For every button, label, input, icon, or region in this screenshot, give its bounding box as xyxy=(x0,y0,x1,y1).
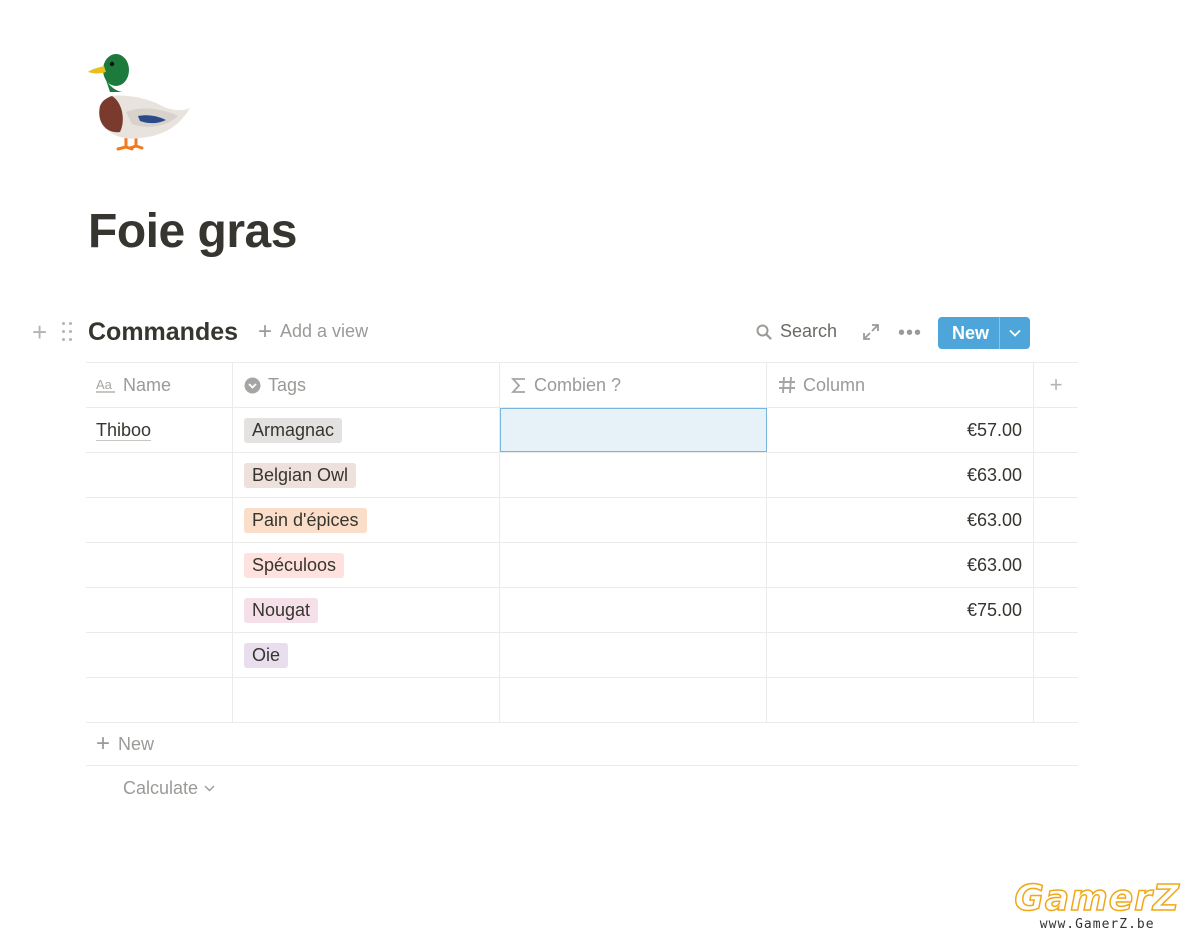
tags-cell[interactable]: Spéculoos xyxy=(233,543,500,587)
watermark: GamerZ www.GamerZ.be xyxy=(1014,878,1180,932)
search-label: Search xyxy=(780,321,838,341)
table-row[interactable]: Thiboo Armagnac €57.00 xyxy=(86,408,1078,453)
select-chevron-icon xyxy=(244,377,261,393)
column-cell[interactable]: €63.00 xyxy=(767,543,1034,587)
table-row[interactable]: Spéculoos €63.00 xyxy=(86,543,1078,588)
tags-cell[interactable] xyxy=(233,678,500,722)
tag-badge: Belgian Owl xyxy=(244,462,357,488)
tags-cell[interactable]: Belgian Owl xyxy=(233,453,500,497)
tag-badge: Spéculoos xyxy=(244,552,345,578)
tags-cell[interactable]: Pain d'épices xyxy=(233,498,500,542)
plus-icon: + xyxy=(96,730,111,757)
hash-number-icon xyxy=(779,376,795,394)
empty-cell xyxy=(1034,678,1078,722)
name-cell[interactable] xyxy=(86,588,233,632)
price-value: €63.00 xyxy=(966,554,1022,575)
more-options-icon[interactable]: ••• xyxy=(898,322,922,345)
combien-cell[interactable] xyxy=(500,453,767,497)
column-header-label: Column xyxy=(803,374,866,395)
tags-cell[interactable]: Armagnac xyxy=(233,408,500,452)
column-cell[interactable]: €75.00 xyxy=(767,588,1034,632)
add-new-row-button[interactable]: + New xyxy=(86,723,1078,766)
table-row[interactable]: Nougat €75.00 xyxy=(86,588,1078,633)
text-aa-icon: Aa xyxy=(96,377,115,393)
add-view-button[interactable]: + Add a view xyxy=(258,317,369,345)
search-button[interactable]: Search xyxy=(756,321,837,342)
chevron-down-icon xyxy=(1009,329,1021,337)
tag-badge: Nougat xyxy=(244,597,319,623)
price-value: €63.00 xyxy=(966,509,1022,530)
price-value: €63.00 xyxy=(966,464,1022,485)
svg-text:Aa: Aa xyxy=(96,377,113,392)
empty-cell xyxy=(1034,408,1078,452)
combien-cell[interactable] xyxy=(500,588,767,632)
add-view-label: Add a view xyxy=(280,321,369,341)
empty-cell xyxy=(1034,498,1078,542)
combien-cell[interactable] xyxy=(500,633,767,677)
add-column-button[interactable]: + xyxy=(1034,363,1078,407)
search-icon xyxy=(756,324,772,340)
name-cell[interactable]: Thiboo xyxy=(86,408,233,452)
watermark-logo: GamerZ xyxy=(1014,878,1180,919)
column-cell[interactable] xyxy=(767,633,1034,677)
table-row[interactable]: Belgian Owl €63.00 xyxy=(86,453,1078,498)
name-cell[interactable] xyxy=(86,678,233,722)
add-block-plus-icon[interactable]: + xyxy=(32,319,52,345)
column-header-combien[interactable]: Combien ? xyxy=(500,363,767,407)
tag-badge: Oie xyxy=(244,642,289,668)
column-cell[interactable] xyxy=(767,678,1034,722)
duck-icon[interactable] xyxy=(86,50,194,154)
row-name[interactable]: Thiboo xyxy=(96,420,151,441)
tag-badge: Pain d'épices xyxy=(244,507,367,533)
plus-icon: + xyxy=(258,317,273,345)
calculate-label: Calculate xyxy=(123,777,199,798)
column-header-column[interactable]: Column xyxy=(767,363,1034,407)
column-cell[interactable]: €57.00 xyxy=(767,408,1034,452)
combien-cell[interactable] xyxy=(500,678,767,722)
drag-handle-icon[interactable] xyxy=(62,322,76,344)
watermark-url: www.GamerZ.be xyxy=(1039,917,1155,932)
empty-cell xyxy=(1034,453,1078,497)
combien-cell-selected[interactable] xyxy=(500,408,767,452)
table-row[interactable]: Oie xyxy=(86,633,1078,678)
table-header-row: Aa Name Tags Combien ? Column + xyxy=(86,362,1078,408)
empty-cell xyxy=(1034,588,1078,632)
new-row-label: New xyxy=(118,733,155,754)
chevron-down-icon xyxy=(204,785,215,791)
price-value: €57.00 xyxy=(966,419,1022,440)
combien-cell[interactable] xyxy=(500,543,767,587)
empty-cell xyxy=(1034,633,1078,677)
name-cell[interactable] xyxy=(86,498,233,542)
database-table: Aa Name Tags Combien ? Column + Thiboo A… xyxy=(86,362,1078,810)
column-header-label: Name xyxy=(123,374,172,395)
table-row-empty[interactable] xyxy=(86,678,1078,723)
column-header-tags[interactable]: Tags xyxy=(233,363,500,407)
new-button[interactable]: New xyxy=(938,317,1030,349)
column-cell[interactable]: €63.00 xyxy=(767,498,1034,542)
sigma-formula-icon xyxy=(511,377,525,393)
table-row[interactable]: Pain d'épices €63.00 xyxy=(86,498,1078,543)
database-header: + Commandes + Add a view Search ••• New xyxy=(30,316,1030,350)
name-cell[interactable] xyxy=(86,633,233,677)
empty-cell xyxy=(1034,543,1078,587)
page-title[interactable]: Foie gras xyxy=(88,204,297,259)
tag-badge: Armagnac xyxy=(244,417,343,443)
column-header-label: Tags xyxy=(268,374,307,395)
name-cell[interactable] xyxy=(86,543,233,587)
new-button-label[interactable]: New xyxy=(938,317,999,349)
expand-icon[interactable] xyxy=(862,323,880,341)
new-dropdown-button[interactable] xyxy=(999,317,1030,349)
price-value: €75.00 xyxy=(966,599,1022,620)
column-header-name[interactable]: Aa Name xyxy=(86,363,233,407)
name-cell[interactable] xyxy=(86,453,233,497)
tags-cell[interactable]: Oie xyxy=(233,633,500,677)
column-cell[interactable]: €63.00 xyxy=(767,453,1034,497)
database-title[interactable]: Commandes xyxy=(88,318,238,347)
column-header-label: Combien ? xyxy=(534,374,622,395)
calculate-button[interactable]: Calculate xyxy=(86,766,1078,810)
tags-cell[interactable]: Nougat xyxy=(233,588,500,632)
combien-cell[interactable] xyxy=(500,498,767,542)
